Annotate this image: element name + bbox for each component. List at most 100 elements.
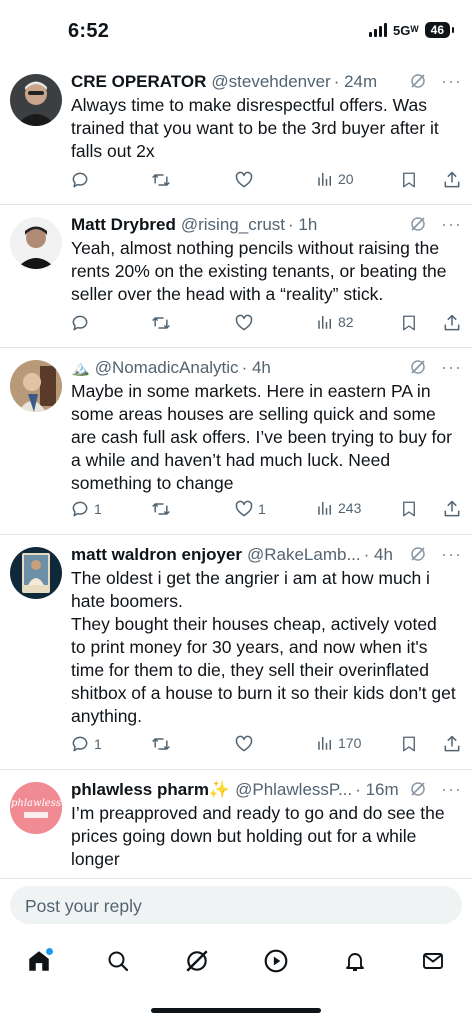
display-name[interactable]: phlawless pharm✨ [71, 780, 230, 800]
more-icon[interactable]: ··· [441, 780, 462, 798]
retweet-button[interactable] [150, 170, 176, 190]
handle[interactable]: @NomadicAnalytic [95, 358, 239, 378]
reply-button[interactable] [70, 170, 94, 190]
tweet-text: Yeah, almost nothing pencils without rai… [71, 238, 447, 304]
grok-icon[interactable] [409, 545, 427, 563]
bookmark-button[interactable] [400, 313, 418, 333]
divider [0, 769, 472, 770]
handle[interactable]: @PhlawlessP... [235, 780, 352, 800]
reply-tweet[interactable]: 🏔️ @NomadicAnalytic · 4h ··· Maybe in so… [0, 356, 472, 526]
tweet-header: 🏔️ @NomadicAnalytic · 4h ··· [71, 356, 462, 380]
share-button[interactable] [442, 734, 462, 754]
display-name[interactable]: 🏔️ [71, 359, 90, 377]
share-icon [444, 314, 460, 331]
view-count: 170 [338, 735, 362, 751]
notifications-icon [346, 953, 364, 971]
timestamp: · 24m [333, 72, 378, 91]
retweet-icon [152, 317, 170, 329]
tweet-text: I’m preapproved and ready to go and do s… [71, 803, 445, 869]
avatar[interactable]: phlawless [10, 782, 62, 834]
tab-video[interactable] [258, 943, 294, 979]
more-icon[interactable]: ··· [441, 72, 462, 90]
timestamp: · 1h [288, 215, 318, 234]
share-icon [444, 500, 460, 517]
more-icon[interactable]: ··· [441, 215, 462, 233]
reply-tweet[interactable]: Matt Drybred @rising_crust · 1h ··· Yeah… [0, 213, 472, 343]
tweet-actions: 20 [70, 170, 464, 194]
views-button[interactable]: 170 [316, 734, 361, 752]
search-icon [108, 951, 129, 972]
reply-button[interactable]: 1 [70, 499, 102, 519]
tab-notifications[interactable] [337, 943, 373, 979]
reply-count: 1 [94, 501, 102, 517]
bottom-tab-bar [0, 935, 472, 985]
reply-tweet[interactable]: phlawless phlawless pharm✨ @PhlawlessP..… [0, 778, 472, 878]
messages-icon [423, 953, 443, 969]
retweet-button[interactable] [150, 734, 176, 754]
grok-icon[interactable] [409, 780, 427, 798]
divider [0, 204, 472, 205]
views-button[interactable]: 20 [316, 170, 354, 188]
views-button[interactable]: 82 [316, 313, 354, 331]
views-icon [318, 173, 331, 186]
view-count: 243 [338, 500, 362, 516]
bookmark-button[interactable] [400, 170, 418, 190]
reply-composer[interactable] [10, 886, 462, 926]
divider [0, 534, 472, 535]
bookmark-button[interactable] [400, 734, 418, 754]
share-button[interactable] [442, 170, 462, 190]
views-button[interactable]: 243 [316, 499, 361, 517]
reply-input[interactable] [23, 886, 447, 926]
grok-icon[interactable] [409, 215, 427, 233]
reply-tweet[interactable]: matt waldron enjoyer @RakeLamb... · 4h ·… [0, 543, 472, 759]
display-name[interactable]: CRE OPERATOR [71, 72, 206, 92]
heart-icon [235, 500, 253, 517]
battery-icon: 46 [424, 22, 455, 38]
handle[interactable]: @stevehdenver [211, 72, 330, 92]
like-button[interactable] [234, 313, 258, 333]
handle[interactable]: @rising_crust [181, 215, 285, 235]
bookmark-icon [403, 736, 415, 752]
avatar[interactable] [10, 217, 62, 269]
view-count: 20 [338, 171, 354, 187]
bookmark-icon [403, 172, 415, 188]
tab-grok[interactable] [179, 943, 215, 979]
avatar-logo-text: phlawless [11, 798, 61, 809]
signal-icon [369, 23, 388, 37]
like-count: 1 [258, 501, 266, 517]
reply-tweet[interactable]: CRE OPERATOR @stevehdenver · 24m ··· Alw… [0, 70, 472, 202]
bookmark-button[interactable] [400, 499, 418, 519]
retweet-button[interactable] [150, 313, 176, 333]
reply-count: 1 [94, 736, 102, 752]
tweet-actions: 1 170 [70, 734, 464, 758]
tab-search[interactable] [100, 943, 136, 979]
grok-icon[interactable] [409, 358, 427, 376]
grok-icon[interactable] [409, 72, 427, 90]
handle[interactable]: @RakeLamb... [247, 545, 361, 565]
more-icon[interactable]: ··· [441, 358, 462, 376]
like-button[interactable] [234, 734, 258, 754]
like-button[interactable] [234, 170, 258, 190]
retweet-button[interactable] [150, 499, 176, 519]
more-icon[interactable]: ··· [441, 545, 462, 563]
share-button[interactable] [442, 499, 462, 519]
reply-button[interactable] [70, 313, 94, 333]
tab-home[interactable] [21, 943, 57, 979]
divider [0, 347, 472, 348]
avatar[interactable] [10, 547, 62, 599]
avatar[interactable] [10, 360, 62, 412]
bookmark-icon [403, 501, 415, 517]
tweet-text: Always time to make disrespectful offers… [71, 95, 439, 161]
timestamp: · 4h [363, 545, 393, 564]
avatar[interactable] [10, 74, 62, 126]
like-button[interactable]: 1 [234, 499, 266, 519]
reply-button[interactable]: 1 [70, 734, 102, 754]
heart-icon [235, 314, 253, 331]
display-name[interactable]: Matt Drybred [71, 215, 176, 235]
share-button[interactable] [442, 313, 462, 333]
heart-icon [235, 735, 253, 752]
tab-messages[interactable] [415, 943, 451, 979]
reply-icon [72, 172, 88, 188]
display-name[interactable]: matt waldron enjoyer [71, 545, 242, 565]
views-icon [318, 737, 331, 750]
